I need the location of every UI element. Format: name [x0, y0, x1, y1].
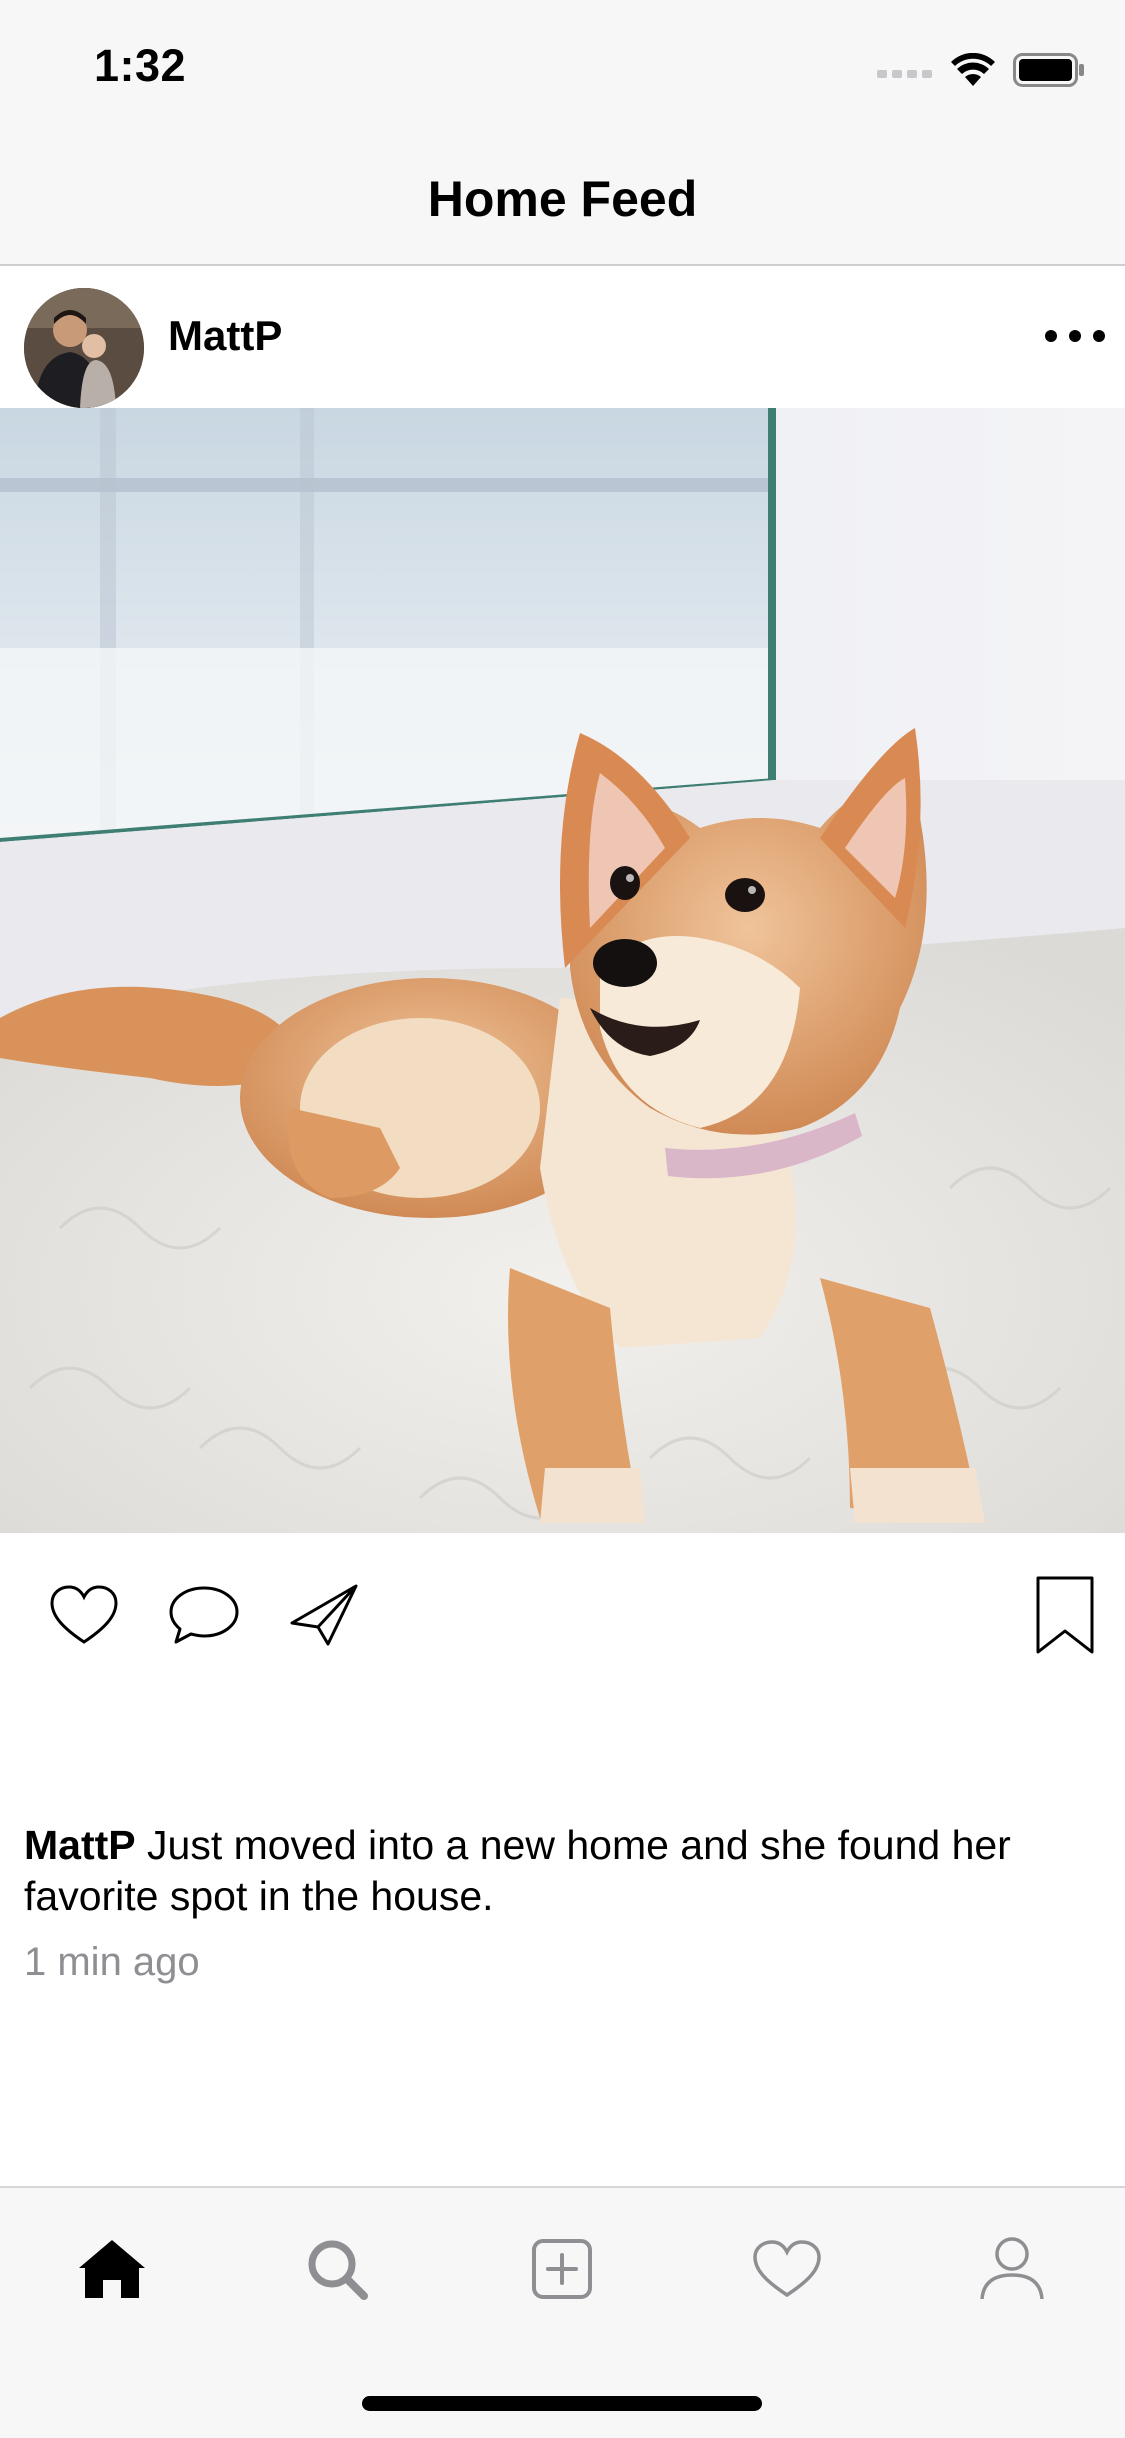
tab-profile[interactable] [967, 2224, 1057, 2314]
home-icon [79, 2240, 145, 2298]
avatar[interactable] [24, 288, 144, 408]
home-indicator[interactable] [362, 2396, 762, 2411]
cellular-signal-icon [877, 70, 932, 78]
caption-text: Just moved into a new home and she found… [24, 1822, 1011, 1919]
like-button[interactable] [44, 1575, 124, 1655]
comment-icon [169, 1586, 239, 1644]
post-photo[interactable] [0, 408, 1125, 1533]
post-caption: MattP Just moved into a new home and she… [24, 1820, 1094, 1922]
share-button[interactable] [284, 1575, 364, 1655]
ellipsis-icon [1045, 330, 1105, 342]
status-indicators [877, 48, 1085, 92]
more-options-button[interactable] [1035, 306, 1115, 366]
tab-search[interactable] [292, 2224, 382, 2314]
post-actions [0, 1533, 1125, 1683]
tab-activity[interactable] [742, 2224, 832, 2314]
heart-icon [50, 1585, 118, 1644]
tab-new-post[interactable] [517, 2224, 607, 2314]
paper-plane-icon [290, 1584, 358, 1646]
comment-button[interactable] [164, 1575, 244, 1655]
post-header: MattP [0, 266, 1125, 408]
heart-icon [753, 2240, 821, 2298]
post-timestamp: 1 min ago [24, 1940, 200, 1984]
person-icon [980, 2237, 1044, 2300]
plus-square-icon [532, 2239, 592, 2299]
status-bar: 1:32 [0, 0, 1125, 132]
bookmark-icon [1036, 1576, 1094, 1654]
tab-home[interactable] [67, 2224, 157, 2314]
battery-icon [1013, 53, 1084, 87]
navigation-bar: Home Feed [0, 132, 1125, 266]
status-time: 1:32 [94, 40, 187, 91]
post-username[interactable]: MattP [168, 312, 282, 360]
search-icon [308, 2240, 368, 2300]
page-title: Home Feed [427, 171, 698, 227]
caption-username[interactable]: MattP [24, 1822, 136, 1868]
bookmark-button[interactable] [1025, 1575, 1105, 1655]
wifi-icon [951, 53, 995, 86]
